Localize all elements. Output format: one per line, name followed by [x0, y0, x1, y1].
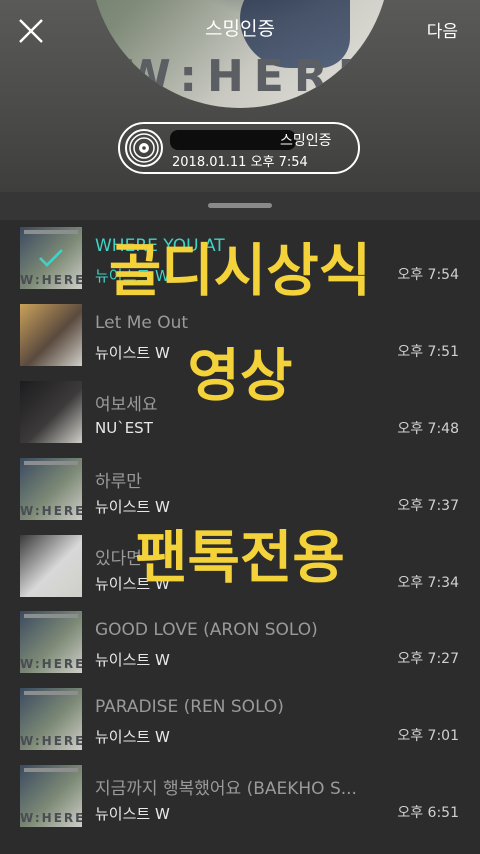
track-title: WHERE YOU AT [95, 236, 225, 256]
album-art-text: W:HERE [122, 51, 378, 102]
track-title: Let Me Out [95, 312, 189, 333]
track-row[interactable]: Let Me Out 뉴이스트 W 오후 7:51 [0, 297, 480, 374]
redacted-text [170, 130, 296, 150]
now-playing-header: W:HERE 스밍인증 다음 스밍인증 2018.01.11 오후 7:54 [0, 0, 480, 192]
track-artist: 뉴이스트 W [95, 728, 170, 747]
track-time: 오후 7:27 [397, 651, 459, 668]
track-row[interactable]: W:HERE 하루만뉴이스트 W 오후 7:37 [0, 451, 480, 528]
next-button[interactable]: 다음 [427, 17, 458, 42]
track-time: 오후 7:54 [397, 267, 459, 283]
track-title: 있다면 [95, 548, 142, 569]
thumbnail-stripe [24, 768, 78, 773]
track-title: 여보세요 [95, 394, 158, 415]
thumbnail-stripe [24, 691, 78, 696]
track-time: 오후 7:48 [397, 420, 459, 437]
thumbnail-text: W:HERE [20, 734, 82, 749]
track-row[interactable]: W:HERE 지금까지 행복했어요 (BAEKHO S... 뉴이스트 W 오후 6:… [0, 758, 480, 835]
track-row[interactable]: 여보세요 NU`EST 오후 7:48 [0, 374, 480, 451]
thumbnail-stripe [24, 614, 78, 619]
thumbnail-stripe [24, 230, 78, 234]
thumbnail-text: W:HERE [20, 657, 82, 672]
disc-icon [125, 129, 163, 167]
track-time: 오후 7:34 [397, 574, 459, 591]
track-time: 오후 7:51 [397, 343, 459, 360]
track-title: GOOD LOVE (ARON SOLO) [95, 620, 318, 641]
thumbnail-stripe [24, 460, 78, 465]
track-artist: 뉴이스트 W [95, 343, 170, 362]
track-title: PARADISE (REN SOLO) [95, 697, 284, 718]
track-thumbnail: W:HERE [20, 457, 82, 520]
track-thumbnail: W:HERE [20, 688, 82, 751]
checkmark-icon [39, 249, 63, 267]
track-artist: 뉴이스트 W [95, 574, 170, 593]
thumbnail-text: W:HERE [20, 811, 82, 826]
track-row[interactable]: W:HERE PARADISE (REN SOLO) 뉴이스트 W 오후 7:01 [0, 681, 480, 758]
drag-handle[interactable] [208, 203, 272, 208]
track-time: 오후 6:51 [397, 805, 459, 822]
track-artist: 뉴이스트 W [95, 805, 170, 824]
track-thumbnail [20, 380, 82, 443]
thumbnail-text: W:HERE [20, 503, 82, 518]
track-thumbnail [20, 534, 82, 597]
badge-label: 스밍인증 [280, 133, 332, 149]
track-time: 오후 7:01 [397, 728, 459, 745]
track-artist: 뉴이스트 W [95, 267, 170, 285]
track-artist: 뉴이스트 W [95, 497, 170, 516]
track-row[interactable]: W:HERE WHERE YOU AT 뉴이스트 W 오후 7:54 [0, 220, 480, 297]
track-artist: 뉴이스트 W [95, 651, 170, 670]
page-title: 스밍인증 [205, 18, 275, 40]
badge-timestamp: 2018.01.11 오후 7:54 [172, 155, 308, 170]
sheet-handle-bar[interactable] [0, 192, 480, 220]
track-artist: NU`EST [95, 418, 153, 437]
track-thumbnail: W:HERE [20, 765, 82, 828]
track-time: 오후 7:37 [397, 497, 459, 514]
track-thumbnail: W:HERE [20, 611, 82, 674]
track-title: 지금까지 행복했어요 (BAEKHO S... [95, 779, 357, 800]
track-title: 하루만 [95, 471, 142, 492]
track-thumbnail [20, 303, 82, 366]
track-row[interactable]: W:HERE GOOD LOVE (ARON SOLO) 뉴이스트 W 오후 7:27 [0, 604, 480, 681]
track-row[interactable]: 있다면뉴이스트 W 오후 7:34 [0, 528, 480, 605]
thumbnail-text: W:HERE [20, 273, 82, 287]
streaming-proof-badge[interactable]: 스밍인증 2018.01.11 오후 7:54 [118, 122, 360, 174]
track-list: W:HERE WHERE YOU AT 뉴이스트 W 오후 7:54 Let Me Ou… [0, 220, 480, 835]
